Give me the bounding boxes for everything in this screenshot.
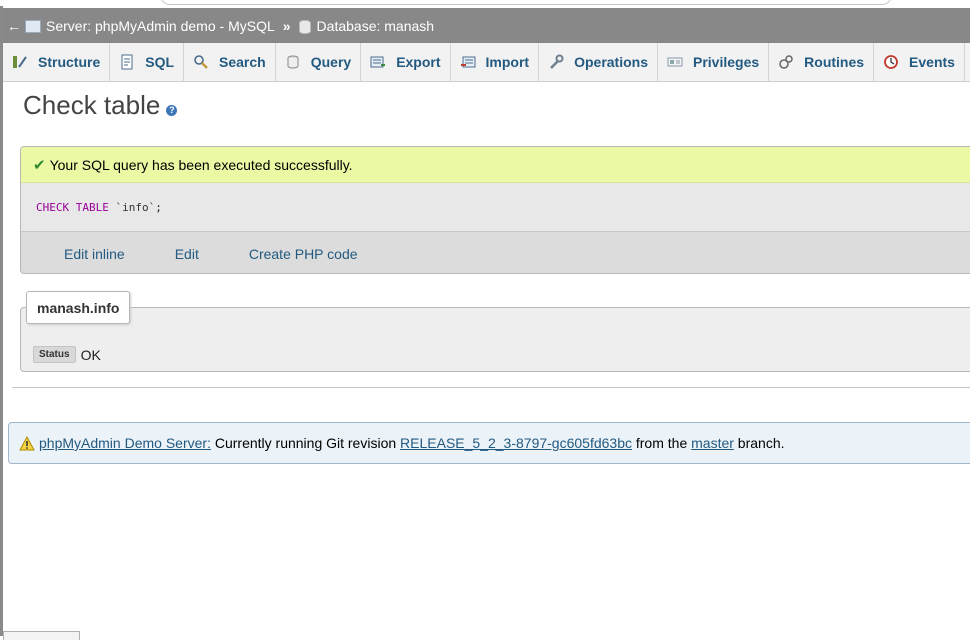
tab-structure-label: Structure — [38, 54, 101, 70]
git-revision-link[interactable]: RELEASE_5_2_3-8797-gc605fd63bc — [400, 435, 632, 451]
demo-server-notice: phpMyAdmin Demo Server: Currently runnin… — [8, 422, 970, 464]
breadcrumb-database[interactable]: Database: manash — [298, 18, 435, 34]
notice-text-1: Currently running Git revision — [210, 435, 401, 451]
notice-text-3: branch. — [733, 435, 785, 451]
tab-import[interactable]: Import — [451, 43, 540, 81]
tab-operations[interactable]: Operations — [539, 43, 658, 81]
tab-routines[interactable]: Routines — [769, 43, 875, 81]
export-icon — [370, 54, 386, 70]
tab-import-label: Import — [485, 54, 530, 70]
back-arrow-icon[interactable]: ← — [3, 8, 25, 43]
divider — [12, 387, 970, 388]
notice-text-2: from the — [631, 435, 692, 451]
query-actions: Edit inline Edit Create PHP code — [21, 232, 970, 273]
breadcrumb-server[interactable]: Server: phpMyAdmin demo - MySQL — [25, 18, 275, 34]
top-edge — [0, 0, 970, 6]
warning-icon — [19, 435, 35, 454]
search-icon — [193, 54, 209, 70]
table-name-legend: manash.info — [26, 291, 131, 324]
tab-export[interactable]: Export — [361, 43, 451, 81]
help-icon[interactable]: ? — [166, 105, 178, 116]
checkmark-icon: ✔ — [33, 156, 46, 174]
tab-export-label: Export — [396, 54, 441, 70]
tab-bar: Structure SQL Search Query Export Import — [3, 43, 970, 82]
tab-query[interactable]: Query — [276, 43, 362, 81]
success-message-text: Your SQL query has been executed success… — [49, 156, 353, 173]
database-icon — [298, 19, 311, 34]
success-message: ✔ Your SQL query has been executed succe… — [21, 147, 970, 183]
create-php-code-link[interactable]: Create PHP code — [249, 246, 358, 262]
sql-terminator: ; — [155, 200, 162, 214]
server-icon — [25, 20, 41, 33]
tab-sql[interactable]: SQL — [110, 43, 185, 81]
tab-operations-label: Operations — [574, 54, 648, 70]
tab-privileges[interactable]: Privileges — [658, 43, 770, 81]
page-title-text: Check table — [23, 90, 161, 120]
sql-icon — [119, 54, 135, 70]
tab-structure[interactable]: Structure — [3, 43, 111, 81]
status-label: Status — [33, 346, 76, 363]
edit-inline-link[interactable]: Edit inline — [64, 246, 125, 262]
tab-sql-label: SQL — [145, 54, 175, 70]
sql-table-name: `info` — [115, 200, 156, 214]
wrench-icon — [548, 54, 564, 70]
tab-search[interactable]: Search — [184, 43, 276, 81]
query-result-box: ✔ Your SQL query has been executed succe… — [20, 146, 970, 274]
tab-events-label: Events — [909, 54, 955, 70]
page-title: Check table? — [23, 90, 178, 121]
tab-triggers[interactable]: Tr — [965, 43, 970, 81]
status-value: OK — [80, 346, 101, 363]
breadcrumb: ← Server: phpMyAdmin demo - MySQL » Data… — [3, 8, 970, 43]
breadcrumb-database-label[interactable]: Database: manash — [317, 18, 435, 34]
privileges-icon — [667, 54, 683, 70]
status-row: Status OK — [33, 346, 101, 363]
import-icon — [460, 54, 476, 70]
structure-icon — [12, 54, 28, 70]
demo-server-link[interactable]: phpMyAdmin Demo Server: — [39, 435, 211, 451]
clock-icon — [883, 54, 899, 70]
query-icon — [285, 54, 301, 70]
window-left-border — [0, 0, 3, 636]
breadcrumb-separator: » — [282, 17, 291, 34]
routines-icon — [778, 54, 794, 70]
edit-link[interactable]: Edit — [175, 246, 199, 262]
tab-search-label: Search — [219, 54, 266, 70]
tab-privileges-label: Privileges — [693, 54, 760, 70]
tab-query-label: Query — [310, 54, 352, 70]
breadcrumb-server-label[interactable]: Server: phpMyAdmin demo - MySQL — [46, 18, 275, 34]
table-result-fieldset — [20, 307, 970, 372]
tab-routines-label: Routines — [804, 54, 865, 70]
tab-events[interactable]: Events — [874, 43, 965, 81]
master-branch-link[interactable]: master — [691, 435, 734, 451]
sql-query-display[interactable]: CHECK TABLE `info`; — [21, 183, 970, 232]
sql-keyword: CHECK TABLE — [36, 200, 109, 214]
